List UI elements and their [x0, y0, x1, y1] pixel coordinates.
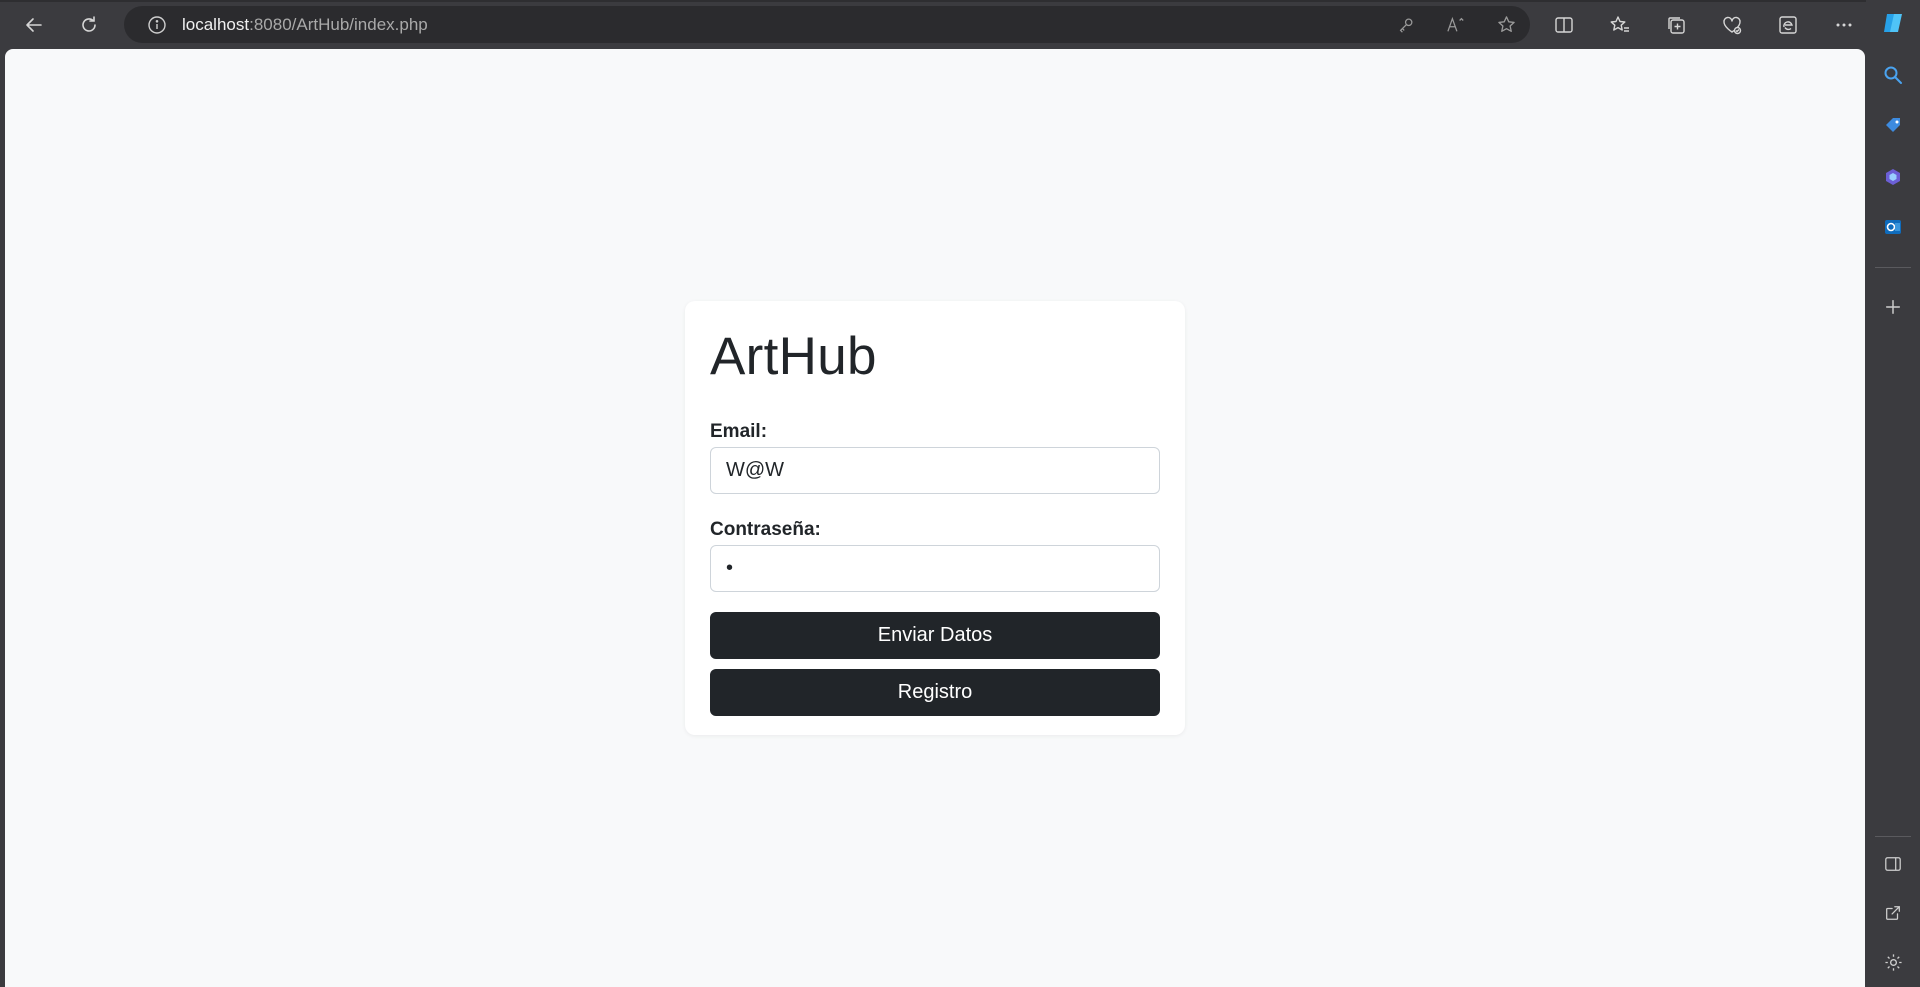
collections-icon[interactable]: [1656, 7, 1696, 43]
url-path: :8080/ArtHub/index.php: [249, 14, 428, 34]
site-info-icon[interactable]: [146, 14, 168, 36]
email-field[interactable]: [710, 447, 1160, 494]
register-button[interactable]: Registro: [710, 669, 1160, 716]
page-viewport: ArtHub Email: Contraseña: Enviar Datos R…: [5, 49, 1865, 987]
tab-strip: [0, 0, 1866, 2]
more-options-icon[interactable]: [1824, 7, 1864, 43]
favorite-star-icon[interactable]: [1492, 11, 1520, 39]
login-card: ArtHub Email: Contraseña: Enviar Datos R…: [685, 301, 1185, 735]
search-icon[interactable]: [1880, 62, 1906, 88]
email-label: Email:: [710, 421, 768, 442]
page-title: ArtHub: [710, 327, 877, 386]
address-bar-actions: [1392, 6, 1520, 43]
browser-toolbar-right: [1544, 6, 1864, 43]
copilot-icon[interactable]: [1880, 10, 1906, 36]
key-icon[interactable]: [1392, 11, 1420, 39]
sidebar-rail: [1866, 0, 1920, 987]
password-field[interactable]: [710, 545, 1160, 592]
open-external-icon[interactable]: [1880, 900, 1906, 926]
rail-divider: [1875, 267, 1911, 268]
url-text[interactable]: localhost:8080/ArtHub/index.php: [182, 15, 428, 35]
edge-icon[interactable]: [1768, 7, 1808, 43]
hide-sidebar-icon[interactable]: [1880, 851, 1906, 877]
back-arrow-icon: [26, 17, 42, 32]
url-host: localhost: [182, 14, 250, 34]
password-label: Contraseña:: [710, 519, 821, 540]
back-button[interactable]: [14, 7, 54, 43]
address-bar[interactable]: localhost:8080/ArtHub/index.php: [124, 6, 1530, 43]
read-aloud-icon[interactable]: [1442, 11, 1470, 39]
favorites-icon[interactable]: [1600, 7, 1640, 43]
refresh-button[interactable]: [69, 7, 109, 43]
browser-toolbar: localhost:8080/ArtHub/index.php: [0, 0, 1866, 49]
rail-divider-bottom: [1875, 836, 1911, 837]
browser-essentials-icon[interactable]: [1712, 7, 1752, 43]
copilot-designer-icon[interactable]: [1880, 164, 1906, 190]
submit-button[interactable]: Enviar Datos: [710, 612, 1160, 659]
split-screen-icon[interactable]: [1544, 7, 1584, 43]
shopping-tag-icon[interactable]: [1880, 113, 1906, 139]
add-sidebar-app-icon[interactable]: [1880, 294, 1906, 320]
settings-gear-icon[interactable]: [1880, 949, 1906, 975]
outlook-icon[interactable]: [1880, 214, 1906, 240]
refresh-icon: [82, 15, 96, 32]
